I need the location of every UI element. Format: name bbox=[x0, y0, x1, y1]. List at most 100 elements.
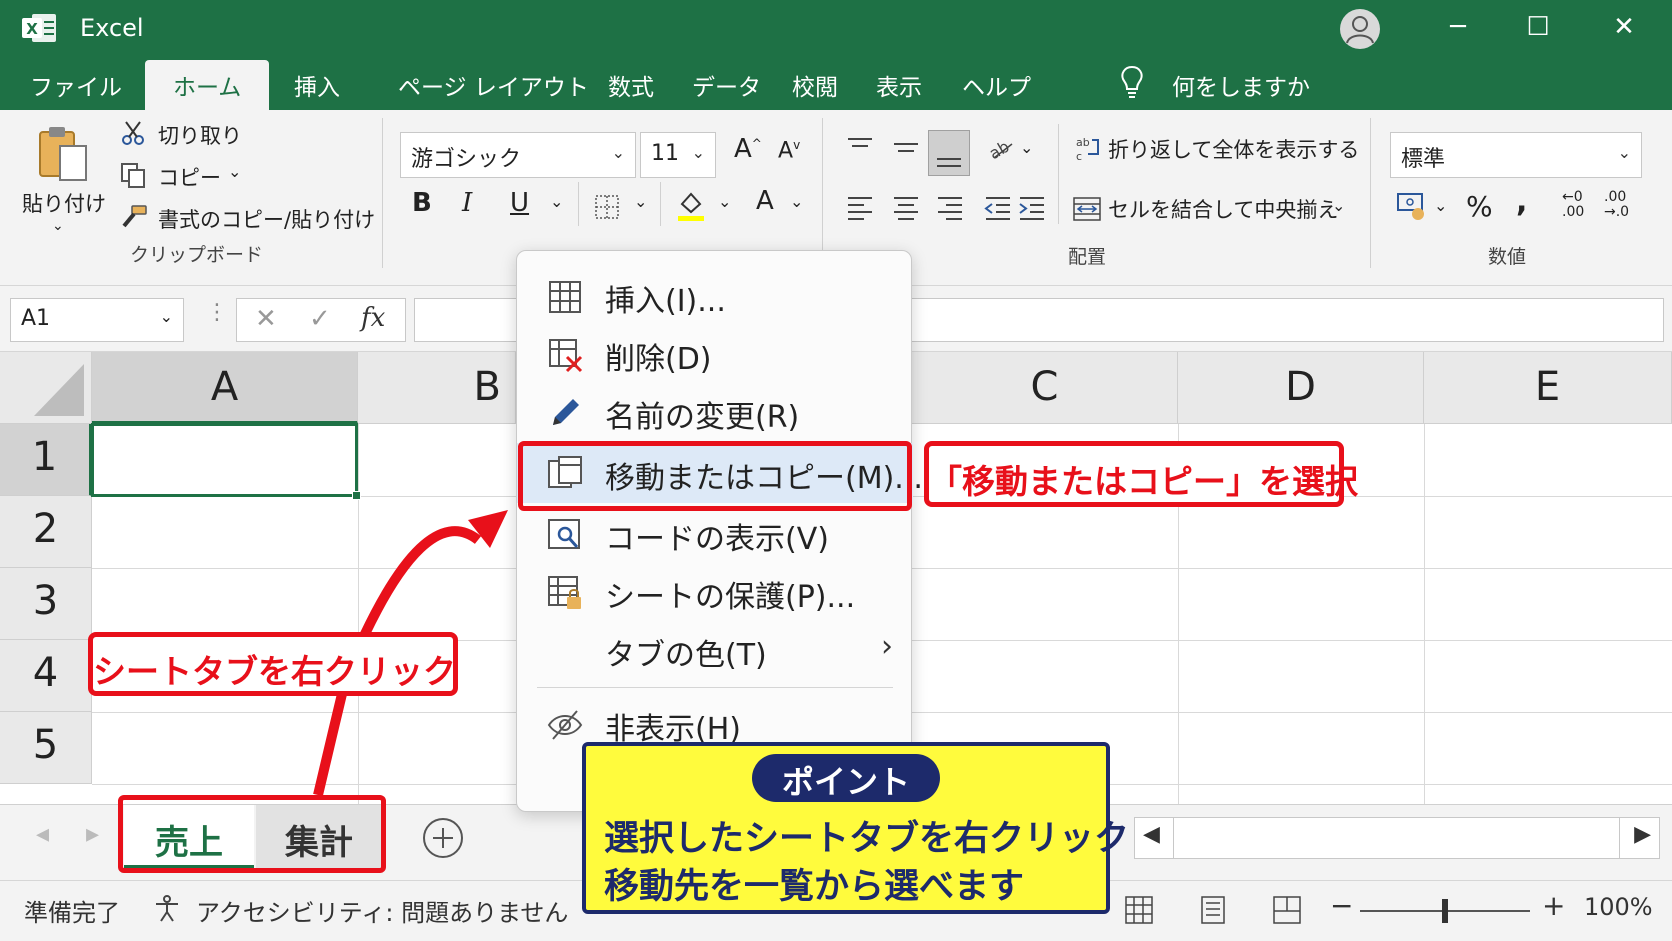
scroll-left-icon[interactable]: ◀ bbox=[1143, 822, 1160, 847]
decrease-decimal-button[interactable]: .00 →.0 bbox=[1604, 190, 1638, 220]
close-icon[interactable]: ✕ bbox=[1604, 12, 1644, 42]
chevron-down-icon[interactable]: ⌄ bbox=[52, 218, 64, 234]
format-painter-button[interactable]: 書式のコピー/貼り付け bbox=[158, 204, 375, 234]
scroll-left-icon[interactable]: ◂ bbox=[36, 819, 49, 849]
cancel-icon[interactable]: ✕ bbox=[255, 304, 277, 334]
chevron-down-icon[interactable]: ⌄ bbox=[1434, 196, 1447, 215]
align-top-icon[interactable] bbox=[846, 136, 874, 158]
column-header-b[interactable]: B bbox=[358, 352, 516, 424]
scroll-right-icon[interactable]: ▸ bbox=[86, 819, 99, 849]
menu-item-rename[interactable]: 名前の変更(R) bbox=[517, 383, 913, 441]
scroll-right-icon[interactable]: ▶ bbox=[1634, 822, 1651, 847]
clipboard-group-label: クリップボード bbox=[130, 244, 264, 266]
percent-style-button[interactable]: % bbox=[1466, 190, 1493, 223]
normal-view-icon[interactable] bbox=[1124, 895, 1154, 925]
chevron-down-icon: ⌄ bbox=[611, 143, 625, 162]
chevron-down-icon[interactable]: ⌄ bbox=[634, 192, 647, 211]
wrap-text-button[interactable]: 折り返して全体を表示する bbox=[1108, 134, 1359, 164]
menu-item-tab-color[interactable]: タブの色(T) › bbox=[517, 621, 913, 679]
column-header-c[interactable]: C bbox=[912, 352, 1178, 424]
align-bottom-button[interactable] bbox=[928, 130, 970, 176]
tab-review[interactable]: 校閲 bbox=[792, 68, 838, 102]
merge-center-button[interactable]: セルを結合して中央揃え bbox=[1108, 194, 1338, 224]
column-header-e[interactable]: E bbox=[1424, 352, 1672, 424]
zoom-level[interactable]: 100% bbox=[1584, 893, 1653, 921]
page-break-view-icon[interactable] bbox=[1272, 895, 1302, 925]
column-header-a[interactable]: A bbox=[92, 352, 358, 424]
borders-icon[interactable] bbox=[594, 194, 620, 220]
add-sheet-icon[interactable] bbox=[422, 817, 464, 859]
formula-buttons: ✕ ✓ fx bbox=[236, 298, 406, 342]
align-middle-icon[interactable] bbox=[892, 136, 920, 158]
font-size-select[interactable]: 11 ⌄ bbox=[640, 132, 716, 178]
zoom-in-icon[interactable]: + bbox=[1542, 889, 1565, 922]
column-header-d[interactable]: D bbox=[1178, 352, 1424, 424]
chevron-down-icon[interactable]: ⌄ bbox=[790, 192, 803, 211]
row-header-5[interactable]: 5 bbox=[0, 712, 92, 784]
zoom-out-icon[interactable]: − bbox=[1330, 889, 1353, 922]
increase-decimal-button[interactable]: ←0 .00 bbox=[1562, 190, 1596, 220]
account-avatar[interactable] bbox=[1340, 9, 1380, 49]
align-center-icon[interactable] bbox=[892, 194, 920, 220]
tab-help[interactable]: ヘルプ bbox=[962, 68, 1031, 102]
insert-function-button[interactable]: fx bbox=[361, 303, 385, 333]
minimize-icon[interactable]: ─ bbox=[1438, 12, 1478, 42]
menu-item-protect-sheet[interactable]: シートの保護(P)... bbox=[517, 563, 913, 621]
bold-button[interactable]: B bbox=[412, 188, 432, 218]
copy-button[interactable]: コピー bbox=[158, 162, 221, 192]
accessibility-status[interactable]: アクセシビリティ: 問題ありません bbox=[196, 893, 568, 928]
grow-font-icon[interactable]: A^ bbox=[734, 134, 762, 164]
fill-color-icon[interactable] bbox=[676, 190, 706, 222]
font-name-select[interactable]: 游ゴシック ⌄ bbox=[400, 132, 636, 178]
align-right-icon[interactable] bbox=[936, 194, 964, 220]
fill-handle[interactable] bbox=[352, 491, 361, 500]
zoom-slider-thumb[interactable] bbox=[1442, 899, 1448, 923]
tab-view[interactable]: 表示 bbox=[876, 68, 922, 102]
name-box[interactable]: A1 ⌄ bbox=[10, 298, 184, 342]
tab-formulas[interactable]: 数式 bbox=[608, 68, 654, 102]
select-all-button[interactable] bbox=[0, 352, 92, 424]
orientation-icon[interactable]: ab bbox=[986, 136, 1016, 162]
number-format-select[interactable]: 標準 ⌄ bbox=[1390, 132, 1642, 178]
chevron-down-icon[interactable]: ⌄ bbox=[228, 162, 241, 181]
menu-item-insert[interactable]: 挿入(I)... bbox=[517, 267, 913, 325]
page-layout-view-icon[interactable] bbox=[1198, 895, 1228, 925]
enter-check-icon[interactable]: ✓ bbox=[309, 304, 331, 334]
menu-item-view-code[interactable]: コードの表示(V) bbox=[517, 505, 913, 563]
chevron-down-icon[interactable]: ⌄ bbox=[718, 192, 731, 211]
menu-item-delete[interactable]: 削除(D) bbox=[517, 325, 913, 383]
lightbulb-icon bbox=[1121, 65, 1143, 98]
row-header-4[interactable]: 4 bbox=[0, 640, 92, 712]
tell-me-search[interactable]: 何をしますか bbox=[1172, 68, 1310, 102]
increase-indent-icon[interactable] bbox=[1018, 194, 1046, 220]
cut-button[interactable]: 切り取り bbox=[158, 120, 242, 150]
protect-sheet-icon bbox=[548, 576, 581, 609]
paste-button[interactable]: 貼り付け bbox=[22, 188, 106, 218]
active-cell-a1[interactable] bbox=[91, 423, 358, 497]
format-painter-icon bbox=[122, 205, 147, 228]
merge-center-icon bbox=[1073, 197, 1101, 221]
maximize-icon[interactable]: ☐ bbox=[1518, 12, 1558, 42]
currency-format-icon[interactable] bbox=[1396, 192, 1430, 222]
tab-data[interactable]: データ bbox=[692, 68, 761, 102]
shrink-font-icon[interactable]: Av bbox=[778, 138, 800, 163]
chevron-down-icon[interactable]: ⌄ bbox=[550, 192, 563, 211]
comma-style-button[interactable]: , bbox=[1516, 184, 1527, 219]
paste-icon[interactable] bbox=[36, 124, 92, 184]
decrease-indent-icon[interactable] bbox=[984, 194, 1012, 220]
tab-insert[interactable]: 挿入 bbox=[294, 68, 340, 102]
row-header-1[interactable]: 1 bbox=[0, 424, 92, 496]
align-left-icon[interactable] bbox=[846, 194, 874, 220]
row-header-3[interactable]: 3 bbox=[0, 568, 92, 640]
tab-home[interactable]: ホーム bbox=[145, 60, 270, 110]
tab-file[interactable]: ファイル bbox=[30, 68, 122, 102]
italic-button[interactable]: I bbox=[462, 188, 472, 218]
number-format-value: 標準 bbox=[1401, 147, 1446, 172]
tab-page-layout[interactable]: ページ レイアウト bbox=[398, 68, 589, 102]
chevron-down-icon[interactable]: ⌄ bbox=[1020, 138, 1033, 157]
row-header-2[interactable]: 2 bbox=[0, 496, 92, 568]
font-color-button[interactable]: A bbox=[756, 186, 774, 216]
chevron-down-icon[interactable]: ⌄ bbox=[1332, 196, 1345, 215]
underline-button[interactable]: U bbox=[510, 188, 529, 218]
horizontal-scrollbar[interactable]: ◀ ▶ bbox=[1134, 817, 1660, 859]
